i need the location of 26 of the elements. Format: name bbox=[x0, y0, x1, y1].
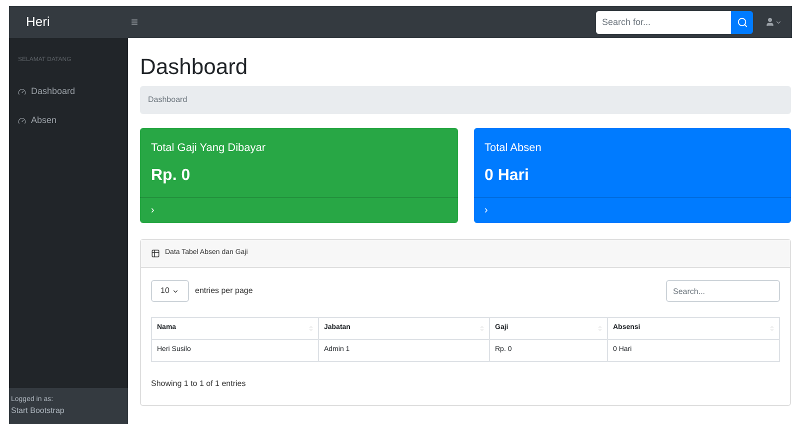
table-search-field[interactable]: Search... bbox=[666, 280, 780, 302]
card-value: 0 Hari bbox=[484, 166, 530, 186]
user-menu-button[interactable] bbox=[765, 17, 782, 27]
sidebar-item[interactable]: Absen bbox=[9, 106, 128, 135]
card-title: Total Gaji Yang Dibayar bbox=[151, 141, 267, 156]
menu-toggle[interactable]: ≡ bbox=[128, 13, 142, 31]
gauge-icon bbox=[18, 116, 26, 124]
sidebar-item[interactable]: Dashboard bbox=[9, 77, 128, 106]
user-icon bbox=[765, 17, 775, 27]
search-button[interactable] bbox=[731, 10, 753, 34]
card-title: Total Absen bbox=[484, 141, 542, 156]
search-icon bbox=[736, 16, 748, 28]
footer-name: Start Bootstrap bbox=[11, 405, 66, 418]
caret-icon bbox=[775, 18, 782, 26]
gauge-icon bbox=[18, 88, 26, 96]
page-size-label: entries per page bbox=[195, 285, 253, 297]
brand-title[interactable]: Heri bbox=[9, 12, 128, 32]
page-title: Dashboard bbox=[140, 53, 249, 81]
search-field[interactable]: Search for... bbox=[596, 10, 732, 34]
card-link[interactable]: › bbox=[484, 203, 488, 218]
breadcrumb-item[interactable]: Dashboard bbox=[148, 94, 188, 106]
page-size-select[interactable]: 10 bbox=[151, 280, 189, 302]
card-value: Rp. 0 bbox=[151, 166, 192, 186]
table-icon bbox=[151, 249, 160, 258]
table-info: Showing 1 to 1 of 1 entries bbox=[151, 378, 247, 390]
chevron-icon bbox=[172, 288, 180, 294]
